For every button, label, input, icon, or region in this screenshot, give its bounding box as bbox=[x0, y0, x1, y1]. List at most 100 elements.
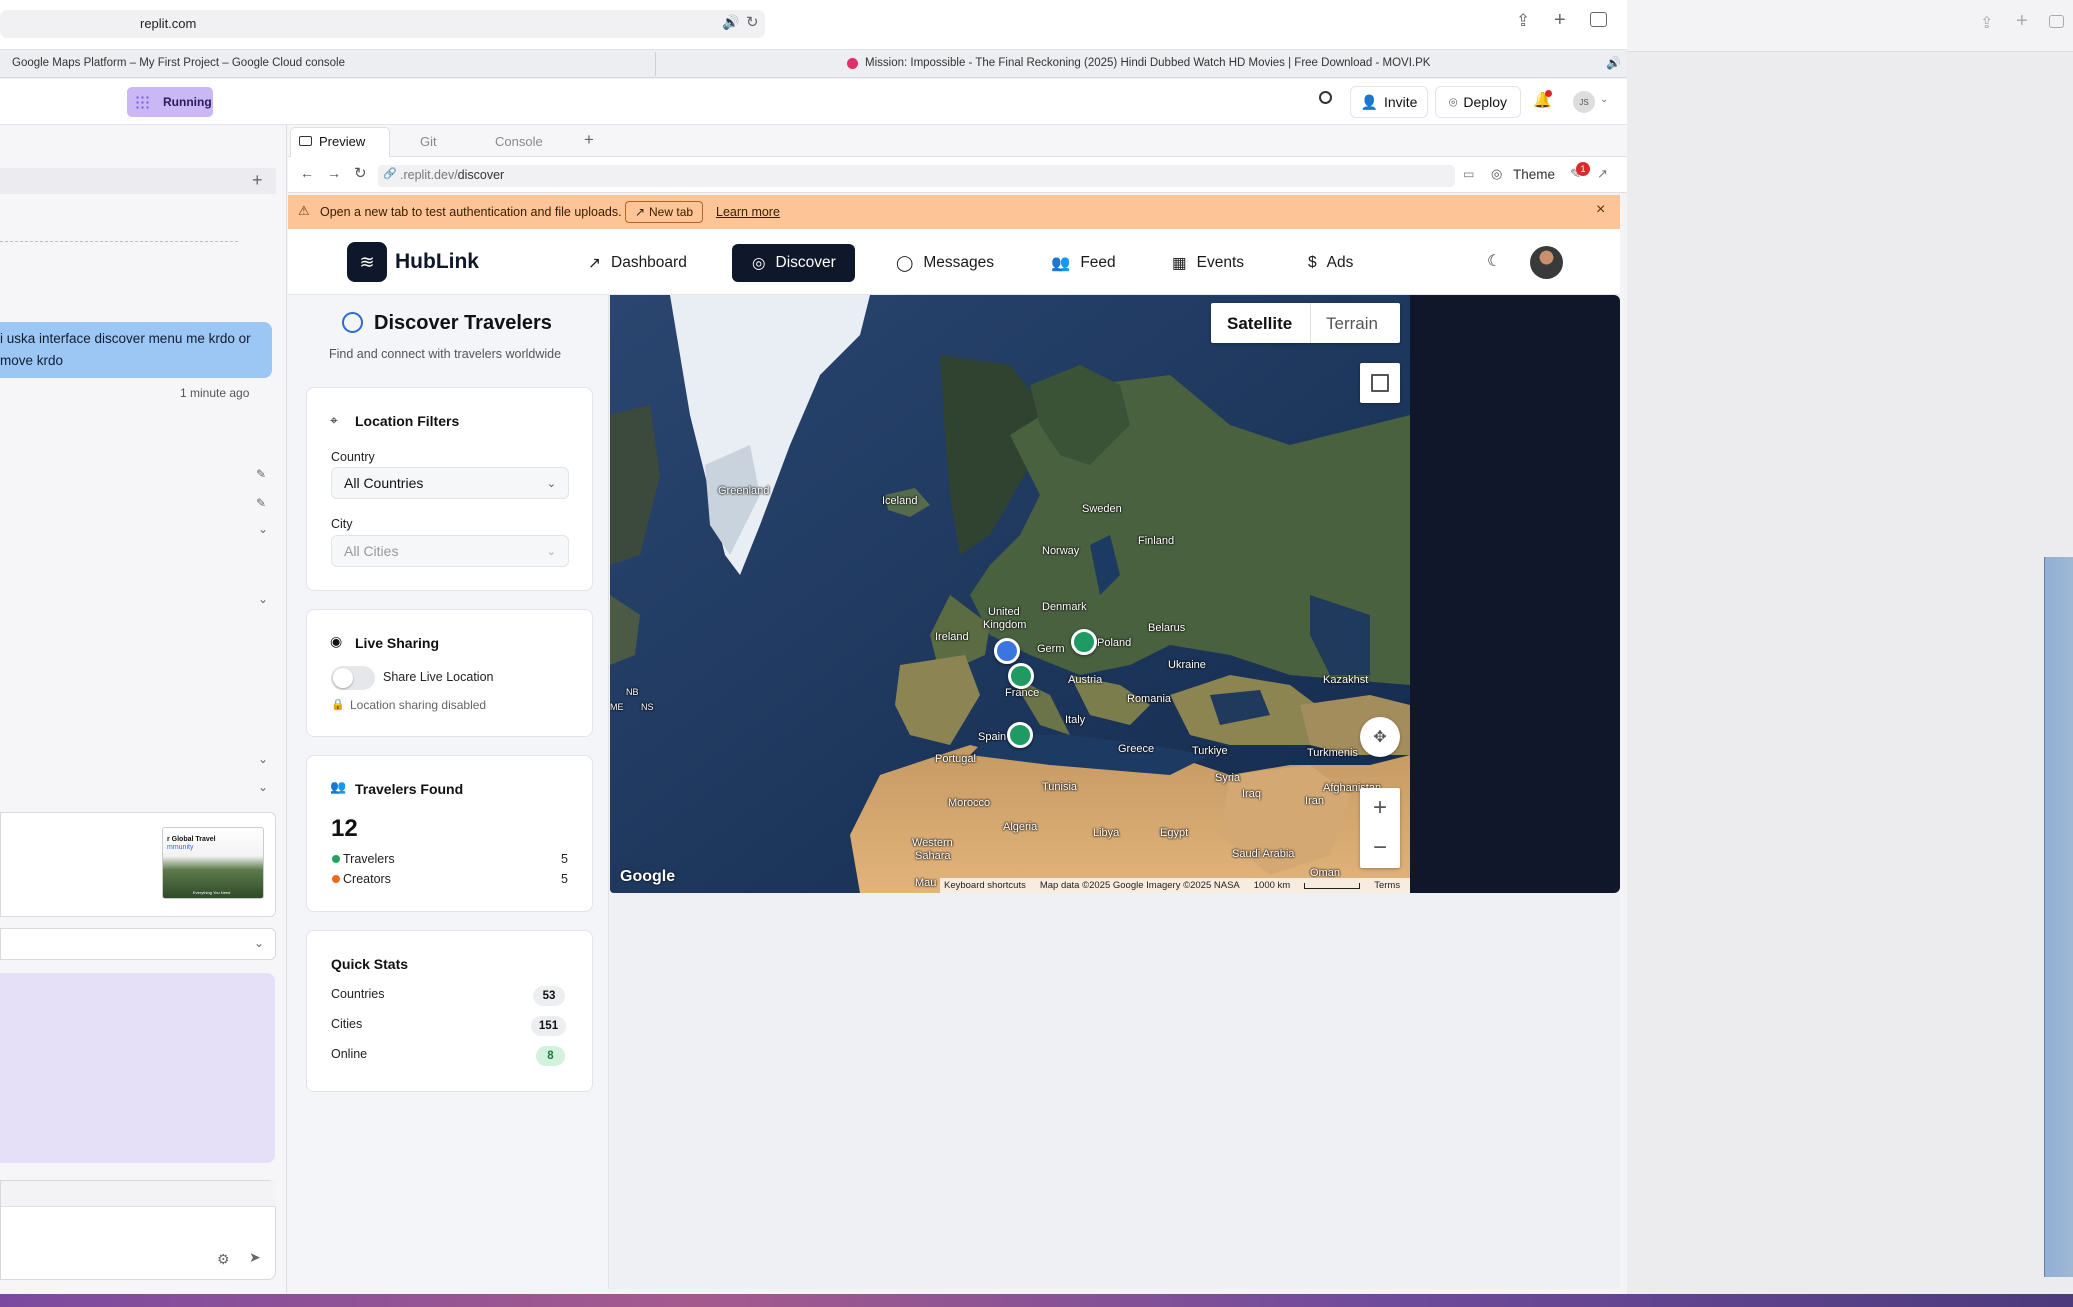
zoom-out-button[interactable]: − bbox=[1373, 828, 1387, 868]
city-select[interactable]: All Cities ⌄ bbox=[331, 535, 569, 567]
add-tab-icon[interactable]: + bbox=[584, 130, 594, 150]
map-label: Syria bbox=[1215, 772, 1241, 784]
map-attribution: Map data ©2025 Google Imagery ©2025 NASA bbox=[1039, 880, 1240, 891]
preview-thumbnail[interactable]: r Global Travel mmunity Everything You N… bbox=[162, 827, 264, 899]
creators-dot bbox=[332, 875, 340, 883]
chat-input[interactable]: ⚙ ➤ bbox=[0, 1180, 276, 1280]
map-label: Iran bbox=[1305, 795, 1324, 807]
invite-button[interactable]: 👤 Invite bbox=[1350, 86, 1428, 118]
tab-divider bbox=[655, 52, 656, 76]
map-label: NB bbox=[626, 687, 639, 697]
speaker-icon[interactable]: 🔊 bbox=[722, 14, 739, 31]
tab-speaker-icon[interactable]: 🔊 bbox=[1606, 56, 1621, 70]
nav-ads[interactable]: $ Ads bbox=[1288, 244, 1373, 282]
nav-dashboard[interactable]: ↗ Dashboard bbox=[568, 244, 707, 282]
map-label: Kazakhst bbox=[1323, 674, 1369, 686]
nav-messages[interactable]: ◯ Messages bbox=[876, 244, 1014, 282]
avatar[interactable]: JS bbox=[1573, 91, 1595, 113]
tab-console[interactable]: Console bbox=[495, 134, 543, 149]
scale-bar bbox=[1304, 882, 1361, 889]
map-marker-user[interactable] bbox=[994, 638, 1020, 664]
dashed-divider bbox=[0, 241, 238, 242]
new-tab-button[interactable]: ↗ New tab bbox=[625, 201, 703, 223]
reload-icon[interactable]: ↻ bbox=[354, 164, 367, 182]
toggle-knob bbox=[333, 668, 353, 688]
preview-url-field[interactable]: .replit.dev/discover bbox=[378, 165, 1455, 187]
nav-discover[interactable]: ◎ Discover bbox=[732, 244, 855, 282]
moon-icon[interactable]: ☾ bbox=[1487, 251, 1501, 271]
map-marker-traveler[interactable] bbox=[1008, 663, 1034, 689]
world-map[interactable]: Greenland Iceland Sweden Norway Finland … bbox=[610, 295, 1410, 893]
keyboard-shortcuts-link[interactable]: Keyboard shortcuts bbox=[944, 880, 1026, 891]
compass-icon: ◎ bbox=[752, 254, 766, 272]
reload-icon[interactable]: ↻ bbox=[746, 13, 759, 31]
background-toolbar: ⇪ + bbox=[1627, 0, 2073, 52]
palette-icon[interactable]: ◎ bbox=[1491, 166, 1502, 182]
browser-tab-movie[interactable]: Mission: Impossible - The Final Reckonin… bbox=[865, 57, 1430, 69]
share-icon[interactable]: ⇪ bbox=[1516, 11, 1530, 31]
map-label: Portugal bbox=[935, 753, 976, 765]
dollar-icon: $ bbox=[1308, 254, 1317, 271]
trend-icon: ↗ bbox=[588, 254, 601, 272]
chevron-down-icon[interactable]: ⌄ bbox=[258, 780, 268, 794]
chevron-down-icon[interactable]: ⌄ bbox=[258, 592, 268, 606]
edit-icon-2[interactable]: ✎ bbox=[256, 496, 266, 510]
back-icon[interactable]: ← bbox=[300, 165, 314, 181]
map-marker-traveler[interactable] bbox=[1071, 629, 1097, 655]
map-label: Sweden bbox=[1082, 503, 1122, 515]
fullscreen-button[interactable] bbox=[1360, 363, 1400, 403]
browser-tab-google-cloud[interactable]: Google Maps Platform – My First Project … bbox=[12, 57, 345, 69]
close-icon[interactable]: × bbox=[1596, 201, 1605, 219]
nav-events[interactable]: ▦ Events bbox=[1152, 244, 1264, 282]
map-label: Italy bbox=[1065, 714, 1086, 726]
country-select[interactable]: All Countries ⌄ bbox=[331, 467, 569, 499]
map-label: NS bbox=[641, 702, 654, 712]
nav-feed[interactable]: 👥 Feed bbox=[1031, 244, 1136, 282]
forward-icon[interactable]: → bbox=[327, 165, 341, 181]
tab-preview[interactable]: Preview bbox=[290, 127, 390, 157]
url-field[interactable] bbox=[0, 10, 765, 38]
new-tab-icon[interactable]: + bbox=[1554, 9, 1566, 32]
settings-icon[interactable]: ⚙ bbox=[217, 1251, 230, 1268]
search-icon[interactable] bbox=[1319, 91, 1332, 104]
chevron-down-icon[interactable]: ⌄ bbox=[254, 936, 264, 950]
map-label: Turkiye bbox=[1192, 745, 1228, 757]
live-toggle[interactable] bbox=[331, 666, 375, 690]
devices-icon[interactable]: ▭ bbox=[1463, 167, 1474, 181]
move-icon: ✥ bbox=[1373, 729, 1387, 746]
tab-git[interactable]: Git bbox=[420, 134, 437, 149]
lock-icon: 🔒 bbox=[331, 699, 345, 711]
brand-logo[interactable]: ≋ bbox=[347, 242, 387, 282]
map-label: Egypt bbox=[1160, 827, 1189, 839]
chevron-down-icon[interactable]: ⌄ bbox=[258, 522, 268, 536]
map-marker-traveler[interactable] bbox=[1007, 722, 1033, 748]
tab-overview-icon[interactable] bbox=[1590, 12, 1607, 27]
terms-link[interactable]: Terms bbox=[1374, 880, 1400, 891]
terrain-button[interactable]: Terrain bbox=[1326, 314, 1378, 334]
open-external-icon[interactable]: ↗ bbox=[1597, 166, 1608, 182]
map-label: Belarus bbox=[1148, 622, 1186, 634]
live-title: Live Sharing bbox=[355, 635, 440, 651]
collapsed-section[interactable] bbox=[0, 928, 276, 960]
edit-icon[interactable]: ✎ bbox=[256, 467, 266, 481]
satellite-button[interactable]: Satellite bbox=[1227, 314, 1292, 334]
chevron-down-icon[interactable]: ⌄ bbox=[258, 752, 268, 766]
stat-online-value: 8 bbox=[536, 1046, 565, 1066]
map-label: Iraq bbox=[1242, 788, 1261, 800]
map-scale: 1000 km bbox=[1253, 880, 1291, 891]
deploy-button[interactable]: ⌾ Deploy bbox=[1435, 86, 1521, 118]
grid-icon bbox=[135, 95, 149, 109]
zoom-in-button[interactable]: + bbox=[1373, 788, 1387, 828]
send-icon[interactable]: ➤ bbox=[249, 1249, 261, 1266]
user-avatar[interactable] bbox=[1530, 246, 1563, 279]
chevron-down-icon[interactable]: ⌄ bbox=[1600, 94, 1608, 105]
add-icon[interactable]: + bbox=[252, 170, 263, 191]
camera-control[interactable]: ✥ bbox=[1360, 717, 1400, 757]
learn-more-link[interactable]: Learn more bbox=[716, 205, 780, 219]
external-icon: ↗ bbox=[634, 205, 646, 219]
map-label: ME bbox=[610, 702, 624, 712]
map-label: Ireland bbox=[935, 631, 969, 643]
map-type-control: Satellite Terrain bbox=[1211, 303, 1400, 343]
theme-button[interactable]: Theme bbox=[1513, 167, 1555, 182]
control-divider bbox=[1310, 303, 1311, 343]
